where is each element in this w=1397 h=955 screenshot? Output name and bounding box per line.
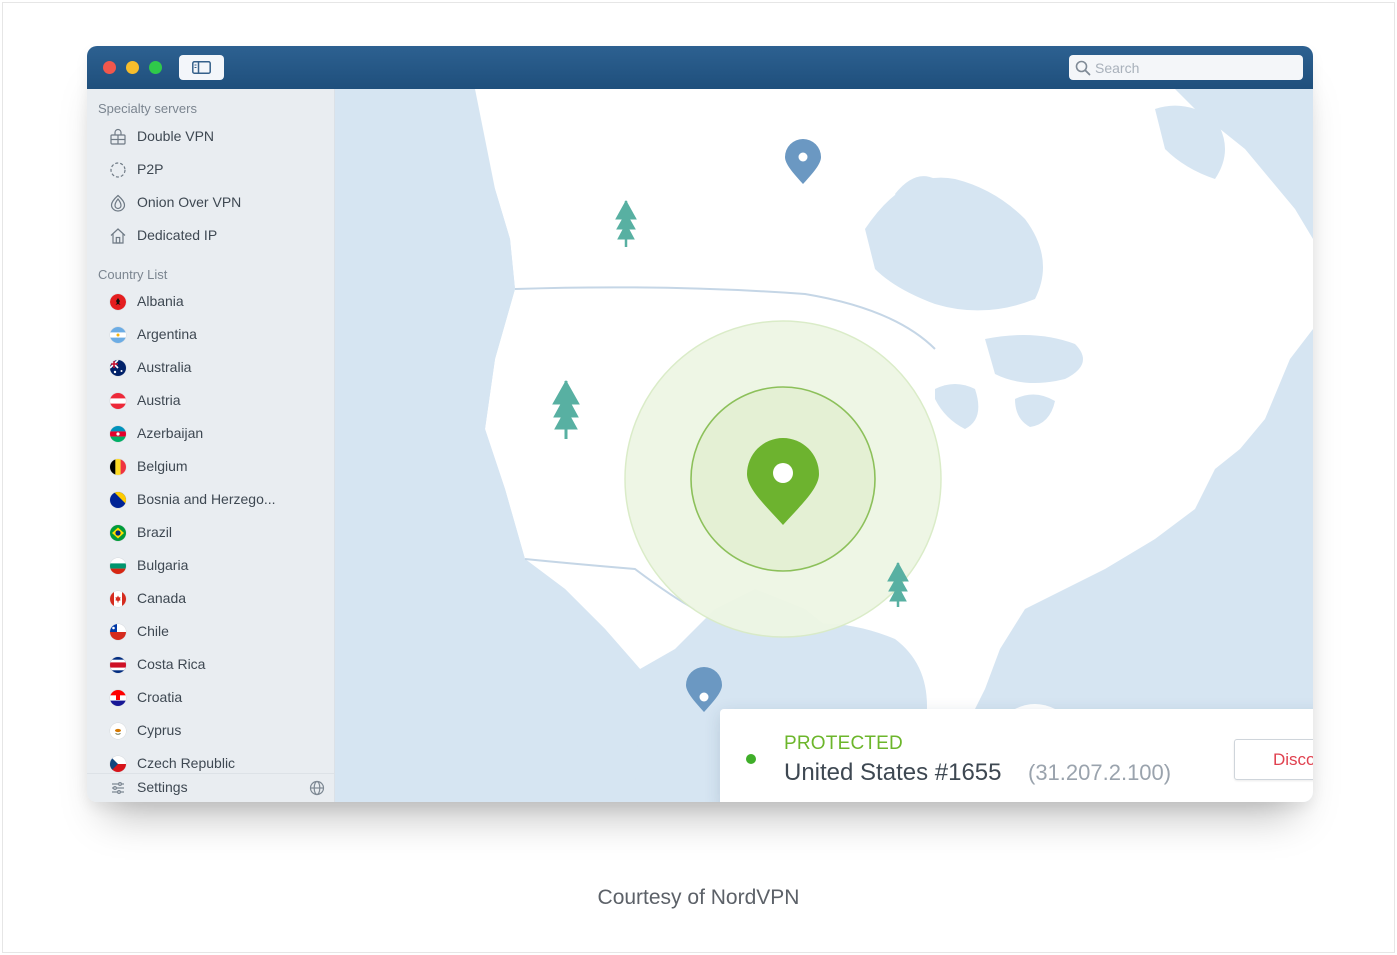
onion-icon bbox=[109, 194, 127, 212]
country-item-chile[interactable]: Chile bbox=[87, 617, 334, 647]
cyprus-flag-icon bbox=[110, 723, 126, 739]
country-item-croatia[interactable]: Croatia bbox=[87, 683, 334, 713]
country-item-cyprus[interactable]: Cyprus bbox=[87, 716, 334, 746]
canada-flag-icon bbox=[110, 591, 126, 607]
country-label: Australia bbox=[137, 359, 192, 375]
austria-flag-icon bbox=[110, 393, 126, 409]
sidebar-item-label: Dedicated IP bbox=[137, 227, 218, 243]
country-item-bulgaria[interactable]: Bulgaria bbox=[87, 551, 334, 581]
sidebar: Specialty servers Double VPN P2P Onion O… bbox=[87, 89, 335, 802]
server-pin-icon bbox=[686, 667, 722, 712]
country-label: Croatia bbox=[137, 689, 183, 705]
azerbaijan-flag-icon bbox=[110, 426, 126, 442]
globe-icon[interactable] bbox=[309, 780, 325, 796]
country-label: Azerbaijan bbox=[137, 425, 204, 441]
country-label: Argentina bbox=[137, 326, 197, 342]
croatia-flag-icon bbox=[110, 690, 126, 706]
sidebar-toggle-button[interactable] bbox=[179, 55, 224, 80]
belgium-flag-icon bbox=[110, 459, 126, 475]
sidebar-item-label: Double VPN bbox=[137, 128, 215, 144]
country-item-azerbaijan[interactable]: Azerbaijan bbox=[87, 419, 334, 449]
country-item-costa-rica[interactable]: Costa Rica bbox=[87, 650, 334, 680]
close-window-button[interactable] bbox=[103, 61, 116, 74]
bosnia-flag-icon bbox=[110, 492, 126, 508]
country-label: Albania bbox=[137, 293, 184, 309]
sidebar-item-onion-over-vpn[interactable]: Onion Over VPN bbox=[87, 188, 334, 218]
settings-button[interactable]: Settings bbox=[87, 773, 287, 802]
australia-flag-icon bbox=[110, 360, 126, 376]
map-view[interactable]: PROTECTED United States #1655 (31.207.2.… bbox=[335, 89, 1313, 802]
chile-flag-icon bbox=[110, 624, 126, 640]
sidebar-item-label: Onion Over VPN bbox=[137, 194, 242, 210]
search-field[interactable] bbox=[1069, 55, 1303, 80]
zoom-window-button[interactable] bbox=[149, 61, 162, 74]
costa-rica-flag-icon bbox=[110, 657, 126, 673]
country-item-argentina[interactable]: Argentina bbox=[87, 320, 334, 350]
country-label: Bulgaria bbox=[137, 557, 189, 573]
country-label: Bosnia and Herzego... bbox=[137, 491, 276, 507]
server-name: United States #1655 bbox=[784, 759, 1002, 786]
country-item-albania[interactable]: Albania bbox=[87, 287, 334, 317]
czech-flag-icon bbox=[110, 756, 126, 772]
argentina-flag-icon bbox=[110, 327, 126, 343]
country-item-canada[interactable]: Canada bbox=[87, 584, 334, 614]
sidebar-item-dedicated-ip[interactable]: Dedicated IP bbox=[87, 221, 334, 251]
sidebar-item-p2p[interactable]: P2P bbox=[87, 155, 334, 185]
sidebar-item-label: P2P bbox=[137, 161, 164, 177]
country-label: Austria bbox=[137, 392, 181, 408]
search-icon bbox=[1075, 60, 1091, 76]
country-item-australia[interactable]: Australia bbox=[87, 353, 334, 383]
albania-flag-icon bbox=[110, 294, 126, 310]
country-label: Chile bbox=[137, 623, 169, 639]
search-input[interactable] bbox=[1095, 58, 1295, 77]
protection-status: PROTECTED bbox=[784, 733, 903, 754]
settings-label: Settings bbox=[137, 779, 188, 795]
country-label: Belgium bbox=[137, 458, 188, 474]
connection-status-card: PROTECTED United States #1655 (31.207.2.… bbox=[720, 709, 1313, 802]
country-label: Brazil bbox=[137, 524, 173, 540]
country-item-bosnia[interactable]: Bosnia and Herzego... bbox=[87, 485, 334, 515]
title-bar bbox=[87, 46, 1313, 89]
settings-bar: Settings bbox=[87, 773, 334, 802]
sidebar-toggle-icon bbox=[192, 61, 211, 74]
dedicated-ip-icon bbox=[109, 227, 127, 245]
disconnect-button[interactable]: Disconnect bbox=[1234, 739, 1313, 780]
country-list-heading: Country List bbox=[98, 267, 168, 282]
sidebar-item-double-vpn[interactable]: Double VPN bbox=[87, 122, 334, 152]
country-item-belgium[interactable]: Belgium bbox=[87, 452, 334, 482]
bulgaria-flag-icon bbox=[110, 558, 126, 574]
country-item-brazil[interactable]: Brazil bbox=[87, 518, 334, 548]
connected-indicator bbox=[746, 754, 756, 764]
country-label: Costa Rica bbox=[137, 656, 206, 672]
country-label: Czech Republic bbox=[137, 755, 236, 771]
server-ip: (31.207.2.100) bbox=[1028, 760, 1172, 785]
country-item-austria[interactable]: Austria bbox=[87, 386, 334, 416]
app-window: Specialty servers Double VPN P2P Onion O… bbox=[87, 46, 1313, 802]
specialty-servers-heading: Specialty servers bbox=[98, 101, 197, 116]
north-america-map bbox=[335, 89, 1313, 802]
country-label: Canada bbox=[137, 590, 187, 606]
double-vpn-icon bbox=[109, 128, 127, 146]
country-label: Cyprus bbox=[137, 722, 182, 738]
minimize-window-button[interactable] bbox=[126, 61, 139, 74]
p2p-icon bbox=[109, 161, 127, 179]
settings-sliders-icon bbox=[109, 779, 127, 797]
image-caption: Courtesy of NordVPN bbox=[597, 886, 800, 909]
brazil-flag-icon bbox=[110, 525, 126, 541]
